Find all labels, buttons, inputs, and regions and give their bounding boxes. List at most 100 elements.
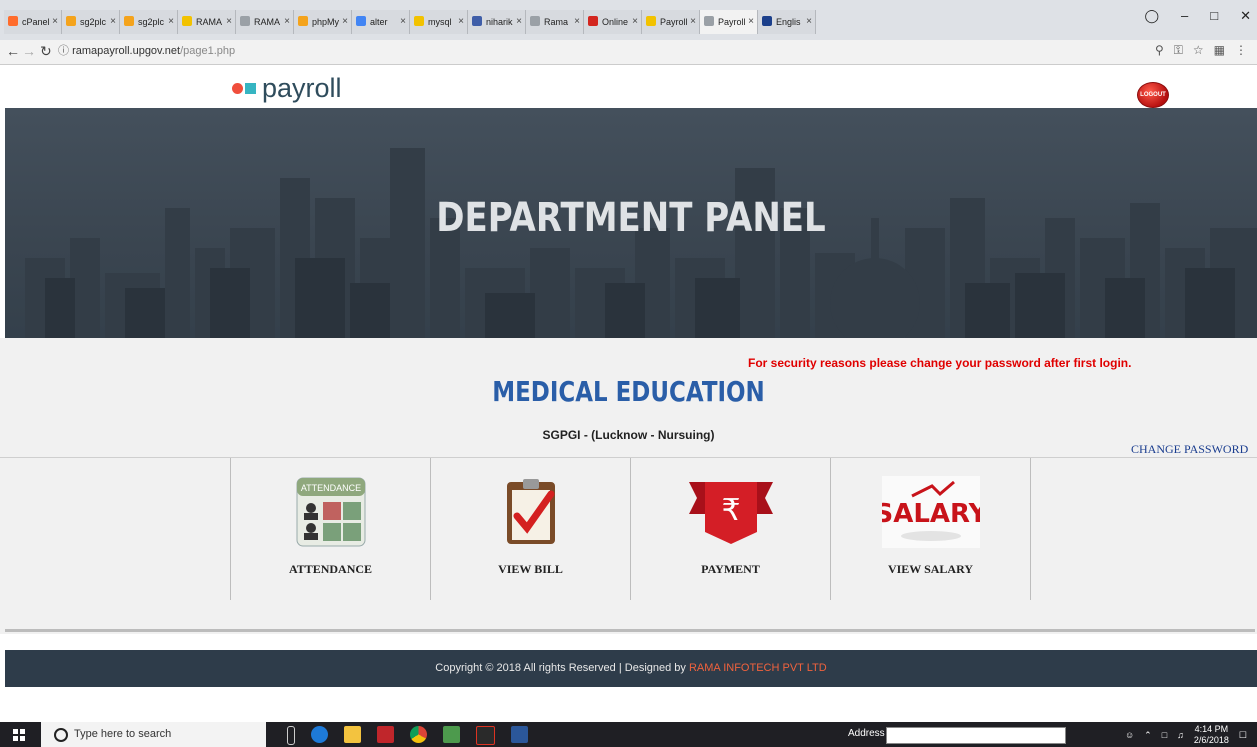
page: payroll LOGOUT DEPARTMENT PANEL For secu… xyxy=(0,65,1257,705)
image-viewer-icon[interactable] xyxy=(443,726,460,743)
menu-label-payment: PAYMENT xyxy=(701,562,760,576)
menu-item-payment[interactable]: ₹ PAYMENT xyxy=(630,458,830,600)
footer-rule xyxy=(5,629,1255,632)
chrome-icon[interactable] xyxy=(410,726,427,743)
browser-tab[interactable]: RAMA × xyxy=(178,10,236,34)
tab-favicon-icon xyxy=(704,16,714,26)
tab-favicon-icon xyxy=(298,16,308,26)
tab-label: RAMA xyxy=(254,17,281,27)
browser-tab[interactable]: Payroll × xyxy=(700,10,758,34)
browser-tab[interactable]: Englis × xyxy=(758,10,816,34)
tab-close-icon[interactable]: × xyxy=(690,10,696,34)
tab-list: cPanel × sg2plc × sg2plc × RAMA × RAMA × phpMy × alt… xyxy=(4,10,816,34)
url-host: ramapayroll.upgov.net xyxy=(72,45,181,57)
zoom-icon[interactable]: ⚲ xyxy=(1155,43,1164,58)
filezilla-icon[interactable] xyxy=(377,726,394,743)
info-icon[interactable]: ⓘ xyxy=(58,45,69,57)
menu-label-attendance: ATTENDANCE xyxy=(288,562,373,576)
change-password-link[interactable]: CHANGE PASSWORD xyxy=(1131,442,1248,457)
back-icon[interactable]: ← xyxy=(6,43,20,59)
tab-favicon-icon xyxy=(414,16,424,26)
window-controls: ◯ – □ ✕ xyxy=(1144,8,1251,24)
extension-icon[interactable]: ▦ xyxy=(1214,43,1225,58)
mic-icon[interactable] xyxy=(287,726,295,745)
file-explorer-icon[interactable] xyxy=(344,726,361,743)
maximize-button[interactable]: □ xyxy=(1210,8,1218,24)
tab-label: cPanel xyxy=(22,17,50,27)
tab-favicon-icon xyxy=(646,16,656,26)
browser-tab[interactable]: alter × xyxy=(352,10,410,34)
windows-taskbar: Type here to search Address ☺ ⌃ □ ♫ 4:14… xyxy=(0,722,1257,747)
acrobat-icon[interactable] xyxy=(476,726,495,745)
banner-title: DEPARTMENT PANEL xyxy=(436,195,826,241)
network-icon[interactable]: □ xyxy=(1162,730,1167,740)
svg-text:₹: ₹ xyxy=(721,493,740,528)
tab-close-icon[interactable]: × xyxy=(400,10,406,34)
tab-close-icon[interactable]: × xyxy=(342,10,348,34)
notifications-icon[interactable]: ☐ xyxy=(1239,730,1247,741)
tab-close-icon[interactable]: × xyxy=(168,10,174,34)
taskbar-search[interactable]: Type here to search xyxy=(41,722,266,747)
logo-red-dot xyxy=(232,83,243,94)
payroll-logo[interactable]: payroll xyxy=(232,73,342,104)
profile-icon[interactable]: ◯ xyxy=(1144,8,1159,24)
tab-close-icon[interactable]: × xyxy=(806,10,812,34)
tab-label: niharik xyxy=(486,17,513,27)
windows-start-icon[interactable] xyxy=(13,729,25,741)
minimize-button[interactable]: – xyxy=(1181,8,1188,24)
search-placeholder: Type here to search xyxy=(74,728,172,740)
url-field[interactable]: ⓘ ramapayroll.upgov.net/page1.php xyxy=(58,43,1168,60)
volume-icon[interactable]: ♫ xyxy=(1177,730,1184,740)
star-icon[interactable]: ☆ xyxy=(1193,43,1204,58)
tab-close-icon[interactable]: × xyxy=(52,10,58,34)
tab-close-icon[interactable]: × xyxy=(458,10,464,34)
menu-item-view-bill[interactable]: VIEW BILL xyxy=(430,458,630,600)
forward-icon[interactable]: → xyxy=(22,43,36,59)
footer: Copyright © 2018 All rights Reserved | D… xyxy=(5,650,1257,687)
tab-favicon-icon xyxy=(762,16,772,26)
show-hidden-icons[interactable]: ⌃ xyxy=(1144,730,1152,741)
browser-tab[interactable]: sg2plc × xyxy=(62,10,120,34)
teamviewer-icon[interactable] xyxy=(311,726,328,743)
browser-tab[interactable]: Rama × xyxy=(526,10,584,34)
unit-name: SGPGI - (Lucknow - Nursuing) xyxy=(542,428,715,442)
people-icon[interactable]: ☺ xyxy=(1125,730,1134,740)
tab-close-icon[interactable]: × xyxy=(284,10,290,34)
tab-close-icon[interactable]: × xyxy=(748,10,754,34)
browser-tab[interactable]: RAMA × xyxy=(236,10,294,34)
close-window-button[interactable]: ✕ xyxy=(1240,8,1251,24)
tab-label: Payroll xyxy=(718,17,746,27)
browser-tab[interactable]: Online × xyxy=(584,10,642,34)
browser-tab[interactable]: niharik × xyxy=(468,10,526,34)
svg-text:ATTENDANCE: ATTENDANCE xyxy=(300,483,360,493)
key-icon[interactable]: ⚿ xyxy=(1174,43,1183,58)
browser-tab[interactable]: Payroll × xyxy=(642,10,700,34)
logo-teal-square xyxy=(245,83,256,94)
tab-favicon-icon xyxy=(530,16,540,26)
browser-tab[interactable]: phpMy × xyxy=(294,10,352,34)
tab-close-icon[interactable]: × xyxy=(226,10,232,34)
word-icon[interactable] xyxy=(511,726,528,743)
salary-icon: SALARY xyxy=(874,476,988,553)
menu-icon[interactable]: ⋮ xyxy=(1235,43,1247,58)
menu-item-attendance[interactable]: ATTENDANCE ATTENDANCE xyxy=(230,458,430,600)
tab-close-icon[interactable]: × xyxy=(632,10,638,34)
tab-close-icon[interactable]: × xyxy=(110,10,116,34)
tab-label: Englis xyxy=(776,17,801,27)
tab-favicon-icon xyxy=(124,16,134,26)
browser-tab[interactable]: mysql × xyxy=(410,10,468,34)
reload-icon[interactable]: ↻ xyxy=(40,43,52,60)
tab-close-icon[interactable]: × xyxy=(516,10,522,34)
browser-tab[interactable]: cPanel × xyxy=(4,10,62,34)
address-bar: ← → ↻ ⓘ ramapayroll.upgov.net/page1.php … xyxy=(0,40,1257,65)
logo-text: payroll xyxy=(262,73,342,103)
tab-close-icon[interactable]: × xyxy=(574,10,580,34)
browser-tab[interactable]: sg2plc × xyxy=(120,10,178,34)
attendance-icon: ATTENDANCE xyxy=(295,476,367,553)
clock[interactable]: 4:14 PM 2/6/2018 xyxy=(1194,724,1229,746)
menu-item-view-salary[interactable]: SALARY VIEW SALARY xyxy=(830,458,1031,600)
logout-button[interactable]: LOGOUT xyxy=(1137,82,1169,108)
main-content: For security reasons please change your … xyxy=(0,338,1257,634)
company-link[interactable]: RAMA INFOTECH PVT LTD xyxy=(689,662,827,674)
address-toolbar-input[interactable] xyxy=(886,727,1066,744)
